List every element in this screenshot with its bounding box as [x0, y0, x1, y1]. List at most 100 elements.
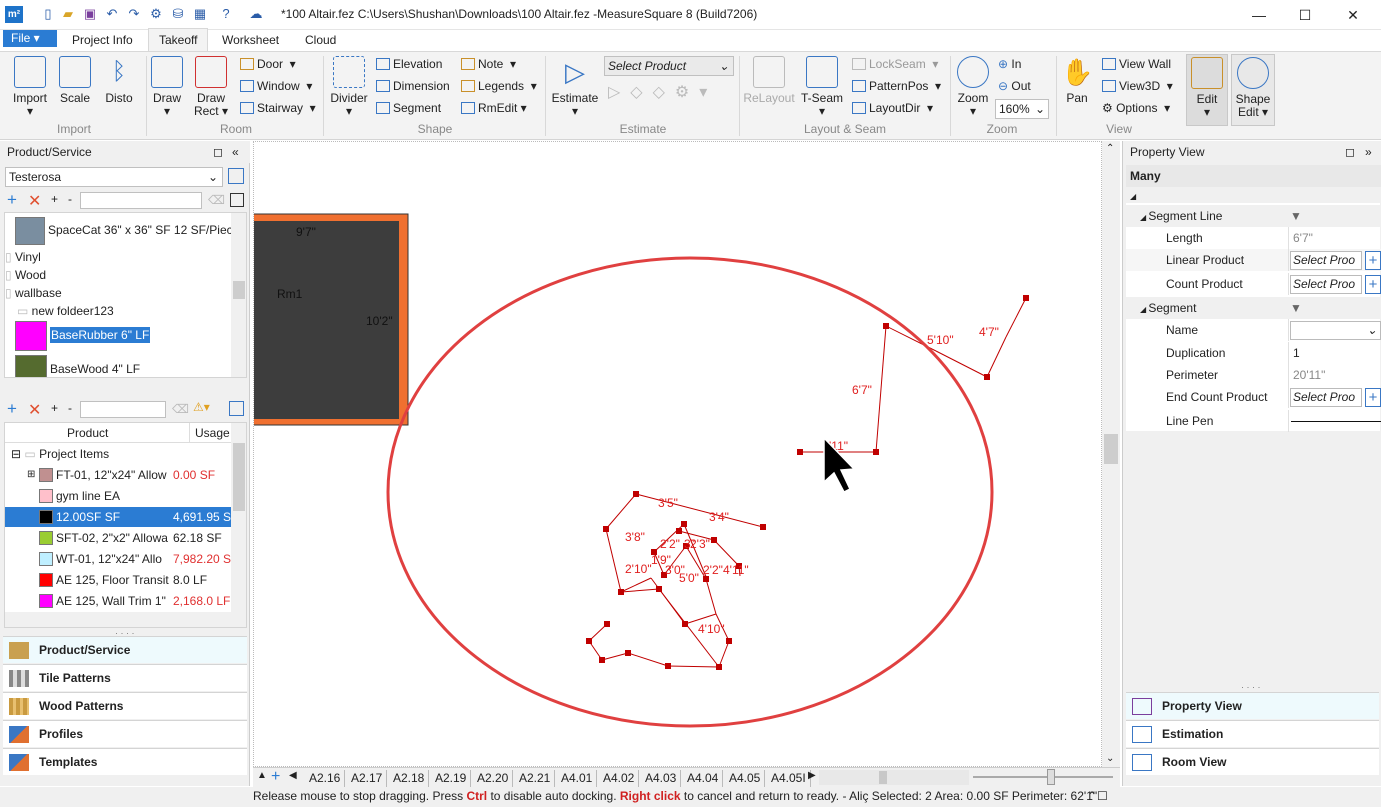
segment-line-category[interactable]: ◢ Segment Line ▼: [1126, 205, 1381, 227]
zoom-slider[interactable]: [973, 769, 1113, 785]
vertex-handle[interactable]: [716, 664, 722, 670]
database-icon[interactable]: ⛁: [170, 6, 186, 22]
vertex-handle[interactable]: [599, 657, 605, 663]
select-product-dropdown[interactable]: Select Product ⌄: [604, 56, 734, 76]
shape-edit-button[interactable]: Shape Edit ▾: [1231, 54, 1275, 126]
legends-button[interactable]: Legends ▾: [461, 77, 537, 95]
vertex-handle[interactable]: [797, 449, 803, 455]
segment-line[interactable]: [705, 578, 717, 615]
status-toggle-icon[interactable]: ⌃☐: [1087, 787, 1108, 805]
close-button[interactable]: ✕: [1330, 0, 1376, 30]
vertex-handle[interactable]: [618, 589, 624, 595]
tab-cloud[interactable]: Cloud: [295, 32, 346, 51]
warning-icon[interactable]: ⚠▾: [193, 400, 210, 414]
tab-takeoff[interactable]: Takeoff: [148, 28, 209, 51]
window-button[interactable]: Window ▾: [240, 77, 312, 95]
table-row[interactable]: 12.00SF SF 4,691.95 SF: [5, 507, 231, 527]
expand-icon[interactable]: +: [51, 192, 58, 206]
scrollbar-thumb[interactable]: [1104, 434, 1118, 464]
scroll-down-icon[interactable]: ⌄: [1106, 753, 1114, 764]
add-sheet-icon[interactable]: +: [271, 768, 280, 786]
vertex-handle[interactable]: [625, 650, 631, 656]
save-icon[interactable]: ▣: [82, 6, 98, 22]
product-search-input[interactable]: [80, 192, 202, 209]
tseam-button[interactable]: T-Seam ▾: [799, 56, 845, 118]
view-wall-button[interactable]: View Wall: [1102, 55, 1171, 73]
estimate-button[interactable]: ▷ Estimate ▾: [550, 56, 600, 118]
canvas-vertical-scrollbar[interactable]: ⌃ ⌄: [1102, 141, 1120, 767]
delete-icon[interactable]: ✕: [28, 191, 41, 211]
collapse-all-icon[interactable]: -: [68, 401, 72, 415]
file-menu-button[interactable]: File ▾: [3, 30, 57, 47]
help-icon[interactable]: ?: [218, 6, 234, 22]
table-row[interactable]: ⊞ FT-01, 12"x24" Allow 0.00 SF: [5, 465, 231, 485]
clear-search-icon[interactable]: ⌫: [172, 402, 189, 416]
column-product[interactable]: Product: [67, 426, 108, 440]
draw-button[interactable]: Draw ▾: [148, 56, 186, 118]
patternpos-button[interactable]: PatternPos ▾: [852, 77, 941, 95]
copy-icon[interactable]: [228, 168, 244, 184]
collapse-icon[interactable]: »: [1365, 141, 1372, 163]
table-row[interactable]: AE 125, Floor Transit 8.0 LF: [5, 570, 231, 590]
zoom-button[interactable]: Zoom ▾: [954, 56, 992, 118]
product-item-wood[interactable]: ▯ Wood: [5, 265, 46, 285]
column-usage[interactable]: Usage: [195, 426, 230, 440]
nav-product-service[interactable]: Product/Service: [3, 636, 247, 663]
zoom-level-dropdown[interactable]: 160% ⌄: [995, 99, 1049, 119]
tree-root[interactable]: ⊟ ▭ Project Items: [11, 444, 109, 464]
nav-room-view[interactable]: Room View: [1126, 748, 1379, 775]
segment-line[interactable]: [601, 652, 629, 661]
slider-thumb[interactable]: [1047, 769, 1055, 785]
open-folder-icon[interactable]: ▰: [60, 6, 76, 22]
nav-wood-patterns[interactable]: Wood Patterns: [3, 692, 247, 719]
linear-product-dropdown[interactable]: Select Proo: [1290, 251, 1362, 270]
tab-project-info[interactable]: Project Info: [62, 32, 143, 51]
vertex-handle[interactable]: [984, 374, 990, 380]
scroll-up-icon[interactable]: ⌃: [1106, 143, 1114, 154]
door-button[interactable]: Door ▾: [240, 55, 296, 73]
grid-icon[interactable]: ▦: [192, 6, 208, 22]
expand-icon[interactable]: ⊞: [27, 465, 35, 485]
vertex-handle[interactable]: [873, 449, 879, 455]
horizontal-scrollbar[interactable]: [819, 770, 969, 785]
product-item-basewood[interactable]: BaseWood 4" LF: [15, 353, 140, 377]
disto-button[interactable]: ᛒ Disto: [100, 56, 138, 105]
filter-icon[interactable]: ▼: [1290, 205, 1302, 227]
redo-icon[interactable]: ↷: [126, 6, 142, 22]
scrollbar-thumb[interactable]: [879, 771, 887, 784]
segment-line[interactable]: [635, 493, 764, 528]
sheet-tab[interactable]: A4.05I: [767, 770, 811, 787]
add-count-product-button[interactable]: +: [1365, 275, 1381, 294]
lockseam-button[interactable]: LockSeam ▾: [852, 55, 938, 73]
filter-icon[interactable]: ▼: [1290, 297, 1302, 319]
layoutdir-button[interactable]: LayoutDir ▾: [852, 99, 933, 117]
vertex-handle[interactable]: [604, 621, 610, 627]
drawing-canvas[interactable]: 9'7" Rm1 10'2" 5'10" 4'7" 6'7" '11" 3'5" 3'4"…: [253, 141, 1102, 767]
tab-worksheet[interactable]: Worksheet: [212, 32, 289, 51]
table-row[interactable]: AE 125, Wall Trim 1" 2,168.0 LF: [5, 591, 231, 611]
cloud-icon[interactable]: ☁: [248, 6, 264, 22]
table-view-icon[interactable]: [229, 401, 244, 416]
draw-rect-button[interactable]: Draw Rect ▾: [190, 56, 232, 118]
note-button[interactable]: Note ▾: [461, 55, 516, 73]
segment-line[interactable]: [875, 388, 882, 453]
zoom-in-button[interactable]: ⊕ In: [998, 55, 1021, 73]
clear-search-icon[interactable]: ⌫: [208, 193, 225, 207]
segment-drawing[interactable]: 5'10"4'7"6'7"'11"3'5"3'4"3'8" 2'2" 3"2'3"1…: [586, 295, 1029, 670]
segment-line[interactable]: [605, 528, 622, 593]
vertex-handle[interactable]: [711, 537, 717, 543]
sheet-tab[interactable]: A2.20: [473, 770, 514, 787]
pan-button[interactable]: ✋ Pan: [1059, 56, 1095, 105]
add-linear-product-button[interactable]: +: [1365, 251, 1381, 270]
vertex-handle[interactable]: [603, 526, 609, 532]
view3d-button[interactable]: View3D ▾: [1102, 77, 1173, 95]
product-item-folder[interactable]: ▭ new foldeer123: [17, 301, 114, 321]
vertex-handle[interactable]: [760, 524, 766, 530]
name-dropdown[interactable]: ⌄: [1290, 321, 1381, 340]
vertex-handle[interactable]: [883, 323, 889, 329]
sheet-tab[interactable]: A4.01: [557, 770, 598, 787]
category-toggle-row[interactable]: ◢: [1126, 187, 1381, 203]
sheet-tab[interactable]: A2.18: [389, 770, 430, 787]
divider-button[interactable]: Divider ▾: [328, 56, 370, 118]
nav-tile-patterns[interactable]: Tile Patterns: [3, 664, 247, 691]
